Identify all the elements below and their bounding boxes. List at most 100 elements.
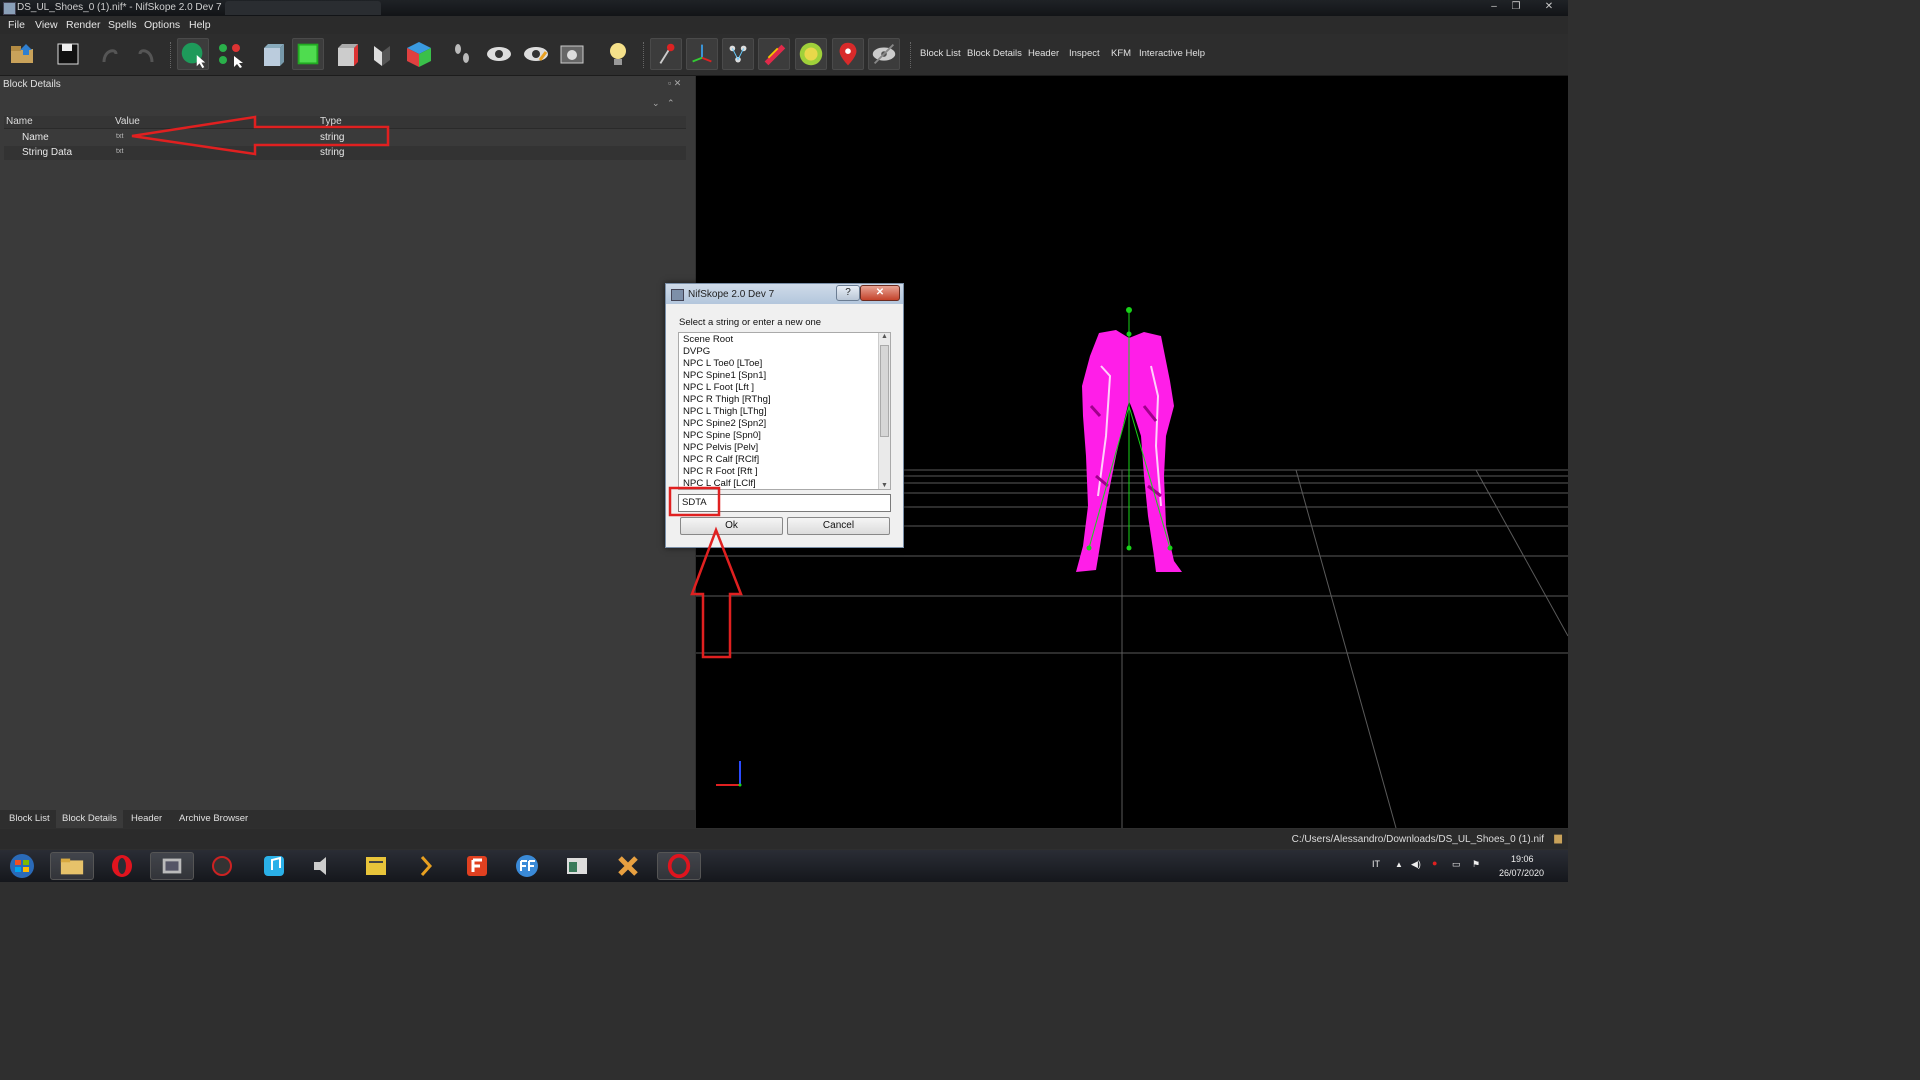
menu-spells[interactable]: Spells bbox=[108, 19, 137, 31]
column-type[interactable]: Type bbox=[320, 116, 342, 127]
format-factory-icon[interactable] bbox=[505, 852, 549, 880]
close-window-button[interactable]: ✕ bbox=[1538, 0, 1560, 14]
dock-inspect[interactable]: Inspect bbox=[1069, 48, 1100, 59]
flag-icon[interactable]: ⚑ bbox=[1472, 859, 1480, 870]
list-item[interactable]: NPC Pelvis [Pelv] bbox=[683, 442, 758, 453]
minimize-button[interactable]: – bbox=[1483, 0, 1505, 14]
view-walk-icon[interactable] bbox=[403, 38, 435, 70]
list-item[interactable]: NPC Spine1 [Spn1] bbox=[683, 370, 766, 381]
show-nodes-icon[interactable] bbox=[520, 38, 552, 70]
show-constraints-icon[interactable] bbox=[758, 38, 790, 70]
viewer-app-icon[interactable] bbox=[555, 852, 599, 880]
view-side-icon[interactable] bbox=[330, 38, 362, 70]
view-user-icon[interactable] bbox=[366, 38, 398, 70]
show-hidden-icon[interactable] bbox=[483, 38, 515, 70]
dock-block-list[interactable]: Block List bbox=[920, 48, 961, 59]
security-icon[interactable]: ● bbox=[1432, 858, 1437, 868]
winamp-icon[interactable] bbox=[404, 852, 448, 880]
dock-header[interactable]: Header bbox=[1028, 48, 1059, 59]
audio-app-icon[interactable] bbox=[300, 852, 344, 880]
open-folder-icon[interactable] bbox=[6, 38, 38, 70]
list-item[interactable]: Scene Root bbox=[683, 334, 733, 345]
cancel-button[interactable]: Cancel bbox=[787, 517, 890, 535]
show-selection-icon[interactable] bbox=[868, 38, 900, 70]
network-icon[interactable]: ▭ bbox=[1452, 859, 1461, 870]
notes-app-icon[interactable] bbox=[354, 852, 398, 880]
show-furniture-icon[interactable] bbox=[832, 38, 864, 70]
clock-date[interactable]: 26/07/2020 bbox=[1499, 868, 1544, 878]
table-row[interactable]: String Data txt string bbox=[4, 146, 686, 160]
ok-button[interactable]: Ok bbox=[680, 517, 783, 535]
undo-icon[interactable] bbox=[94, 38, 126, 70]
table-row[interactable]: Name txt string bbox=[4, 131, 686, 145]
scroll-down-arrow-icon[interactable]: ▼ bbox=[881, 482, 888, 489]
show-grid-icon[interactable] bbox=[686, 38, 718, 70]
dock-interactive-help[interactable]: Interactive Help bbox=[1139, 48, 1205, 59]
screenshot-icon[interactable] bbox=[556, 38, 588, 70]
column-name[interactable]: Name bbox=[6, 116, 33, 127]
windows-start-icon[interactable] bbox=[0, 852, 44, 880]
dock-kfm[interactable]: KFM bbox=[1111, 48, 1131, 59]
panel-float-close-buttons[interactable]: ▫ ✕ bbox=[668, 78, 681, 89]
redo-icon[interactable] bbox=[130, 38, 162, 70]
tool-app-icon[interactable] bbox=[606, 852, 650, 880]
media-app-icon[interactable] bbox=[150, 852, 194, 880]
show-axes-icon[interactable] bbox=[650, 38, 682, 70]
show-markers-icon[interactable] bbox=[795, 38, 827, 70]
dialog-title-bar: NifSkope 2.0 Dev 7 ? ✕ bbox=[666, 284, 903, 304]
language-indicator[interactable]: IT bbox=[1372, 859, 1380, 869]
view-front-icon[interactable] bbox=[256, 38, 288, 70]
tab-block-details[interactable]: Block Details bbox=[56, 810, 123, 828]
file-path: C:/Users/Alessandro/Downloads/DS_UL_Shoe… bbox=[1291, 834, 1544, 845]
dock-block-details[interactable]: Block Details bbox=[967, 48, 1022, 59]
folder-icon[interactable]: ▆ bbox=[1554, 833, 1562, 844]
lighting-icon[interactable] bbox=[602, 38, 634, 70]
tab-header[interactable]: Header bbox=[128, 813, 165, 824]
menu-file[interactable]: File bbox=[8, 19, 25, 31]
volume-icon[interactable]: ◀) bbox=[1411, 859, 1421, 870]
help-button[interactable]: ? bbox=[836, 285, 860, 301]
menu-render[interactable]: Render bbox=[66, 19, 100, 31]
save-icon[interactable] bbox=[52, 38, 84, 70]
window-title: DS_UL_Shoes_0 (1).nif* - NifSkope 2.0 De… bbox=[17, 2, 222, 13]
list-item[interactable]: NPC L Foot [Lft ] bbox=[683, 382, 754, 393]
tray-expand-icon[interactable]: ▲ bbox=[1395, 860, 1403, 869]
view-top-icon[interactable] bbox=[292, 38, 324, 70]
list-item[interactable]: NPC L Thigh [LThg] bbox=[683, 406, 767, 417]
menu-view[interactable]: View bbox=[35, 19, 58, 31]
list-item[interactable]: NPC L Calf [LClf] bbox=[683, 478, 756, 489]
opera-icon[interactable] bbox=[100, 852, 144, 880]
menu-help[interactable]: Help bbox=[189, 19, 211, 31]
dialog-close-button[interactable]: ✕ bbox=[860, 285, 900, 301]
select-object-icon[interactable] bbox=[177, 38, 209, 70]
list-item[interactable]: NPC R Foot [Rft ] bbox=[683, 466, 758, 477]
collapse-expand-arrows[interactable]: ⌄ ⌃ bbox=[652, 98, 675, 109]
menu-options[interactable]: Options bbox=[144, 19, 180, 31]
select-vertex-icon[interactable] bbox=[214, 38, 246, 70]
list-item[interactable]: NPC L Toe0 [LToe] bbox=[683, 358, 762, 369]
dialog-title: NifSkope 2.0 Dev 7 bbox=[688, 289, 775, 300]
maximize-button[interactable]: ❐ bbox=[1505, 0, 1527, 14]
opera-gx-icon[interactable] bbox=[657, 852, 701, 880]
list-scrollbar[interactable]: ▲ ▼ bbox=[878, 333, 890, 489]
list-item[interactable]: NPC Spine [Spn0] bbox=[683, 430, 761, 441]
scroll-up-arrow-icon[interactable]: ▲ bbox=[881, 333, 888, 340]
column-value[interactable]: Value bbox=[115, 116, 140, 127]
spider-app-icon[interactable] bbox=[200, 852, 244, 880]
itunes-icon[interactable] bbox=[252, 852, 296, 880]
clock-time[interactable]: 19:06 bbox=[1511, 854, 1534, 864]
show-havok-icon[interactable] bbox=[722, 38, 754, 70]
tab-block-list[interactable]: Block List bbox=[6, 813, 53, 824]
walk-mode-icon[interactable] bbox=[446, 38, 478, 70]
list-item[interactable]: NPC Spine2 [Spn2] bbox=[683, 418, 766, 429]
tab-archive-browser[interactable]: Archive Browser bbox=[176, 813, 251, 824]
foxit-icon[interactable] bbox=[455, 852, 499, 880]
string-list[interactable]: Scene Root DVPG NPC L Toe0 [LToe] NPC Sp… bbox=[678, 332, 891, 490]
list-item[interactable]: NPC R Thigh [RThg] bbox=[683, 394, 771, 405]
string-input[interactable]: SDTA bbox=[678, 494, 891, 512]
list-item[interactable]: NPC R Calf [RClf] bbox=[683, 454, 759, 465]
scrollbar-thumb[interactable] bbox=[880, 345, 889, 437]
file-explorer-icon[interactable] bbox=[50, 852, 94, 880]
list-item[interactable]: DVPG bbox=[683, 346, 710, 357]
panel-title: Block Details bbox=[3, 79, 61, 90]
